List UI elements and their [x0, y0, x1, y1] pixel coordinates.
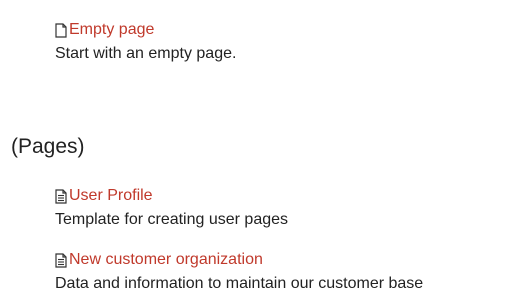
- template-new-customer-organization: New customer organization Data and infor…: [55, 250, 423, 294]
- template-empty-page: Empty page Start with an empty page.: [55, 20, 236, 64]
- document-icon: [55, 252, 67, 268]
- template-link-empty-page[interactable]: Empty page: [55, 20, 236, 40]
- template-description: Template for creating user pages: [55, 211, 289, 228]
- template-name: New customer organization: [69, 251, 263, 268]
- template-description: Data and information to maintain our cus…: [55, 275, 424, 292]
- section-title: (Pages): [11, 135, 85, 158]
- template-user-profile: User Profile Template for creating user …: [55, 186, 288, 230]
- template-link-user-profile[interactable]: User Profile: [55, 186, 288, 206]
- template-link-new-customer-organization[interactable]: New customer organization: [55, 250, 423, 270]
- template-name: User Profile: [69, 187, 153, 204]
- blank-page-icon: [55, 22, 67, 38]
- template-name: Empty page: [69, 21, 155, 38]
- document-icon: [55, 188, 67, 204]
- template-description: Start with an empty page.: [55, 45, 237, 62]
